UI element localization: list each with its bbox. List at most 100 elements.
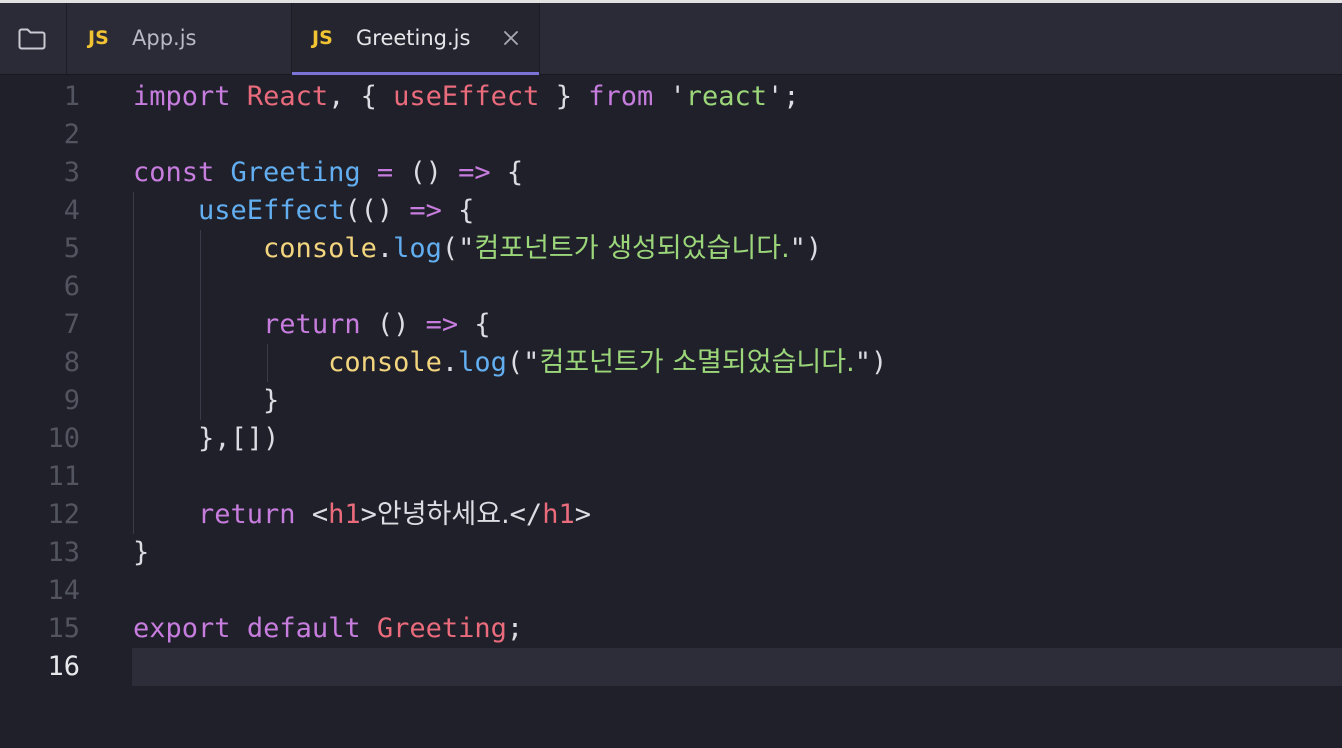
code-line[interactable]: 2: [0, 116, 1342, 154]
code-token: const: [133, 157, 215, 188]
code-token: =>: [425, 309, 459, 340]
code-line[interactable]: 3 const Greeting = () => {: [0, 154, 1342, 192]
code-line[interactable]: 6: [0, 268, 1342, 306]
line-number: 15: [47, 613, 80, 644]
line-number: 11: [47, 461, 80, 492]
code-token: >: [360, 499, 377, 530]
code-line[interactable]: 12 return <h1>안녕하세요.</h1>: [0, 496, 1342, 534]
code-token: export: [133, 613, 231, 644]
code-line[interactable]: 9 }: [0, 382, 1342, 420]
code-token: {: [458, 309, 491, 340]
js-file-icon: JS: [312, 27, 333, 49]
code-line[interactable]: 15 export default Greeting;: [0, 610, 1342, 648]
code-token: .: [441, 347, 459, 378]
code-token: (": [441, 233, 475, 264]
code-token: =>: [409, 195, 442, 226]
code-token: "): [789, 233, 823, 264]
code-token: },[]): [133, 423, 280, 454]
tab-label: Greeting.js: [356, 26, 471, 50]
code-text: const Greeting = () => {: [133, 154, 523, 192]
code-line[interactable]: 4 useEffect(() => {: [0, 192, 1342, 230]
code-line[interactable]: 7 return () => {: [0, 306, 1342, 344]
code-token: 안녕하세요.: [376, 499, 510, 530]
code-line[interactable]: 8 console.log("컴포넌트가 소멸되었습니다."): [0, 344, 1342, 382]
code-token: }: [133, 537, 150, 568]
code-text: console.log("컴포넌트가 생성되었습니다."): [133, 230, 822, 268]
code-token: </: [509, 499, 543, 530]
code-line[interactable]: 16: [0, 648, 1342, 686]
code-token: .: [376, 233, 394, 264]
code-line[interactable]: 10 },[]): [0, 420, 1342, 458]
code-token: =: [376, 157, 394, 188]
code-token: Greeting: [376, 613, 507, 644]
code-token: useEffect: [198, 195, 345, 226]
code-token: }: [539, 81, 589, 112]
code-token: (): [393, 157, 459, 188]
code-token: ': [653, 81, 686, 112]
code-token: console: [328, 347, 442, 378]
js-file-icon: JS: [88, 27, 109, 49]
line-number: 5: [63, 233, 80, 264]
close-icon[interactable]: [503, 30, 519, 46]
line-number: 13: [47, 537, 80, 568]
line-number: 14: [47, 575, 80, 606]
code-token: useEffect: [393, 81, 540, 112]
code-line[interactable]: 14: [0, 572, 1342, 610]
code-text: console.log("컴포넌트가 소멸되었습니다."): [133, 344, 887, 382]
code-token: "): [854, 347, 888, 378]
explorer-button[interactable]: [0, 3, 67, 75]
code-token: (": [506, 347, 540, 378]
code-line[interactable]: 5 console.log("컴포넌트가 생성되었습니다."): [0, 230, 1342, 268]
code-text: export default Greeting;: [133, 610, 523, 648]
code-token: ';: [767, 81, 800, 112]
code-line[interactable]: 1 import React, { useEffect } from 'react…: [0, 78, 1342, 116]
line-number: 3: [63, 157, 80, 188]
code-token: console: [263, 233, 377, 264]
tab-bar: JS App.js JS Greeting.js: [0, 3, 1342, 75]
tab-label: App.js: [132, 26, 197, 50]
code-token: log: [458, 347, 507, 378]
code-token: react: [685, 81, 768, 112]
code-token: 컴포넌트가 생성되었습니다.: [474, 233, 790, 264]
code-token: >: [574, 499, 591, 530]
line-number: 16: [47, 651, 80, 682]
code-token: log: [393, 233, 442, 264]
code-text: }: [133, 382, 279, 420]
code-text: }: [133, 534, 149, 572]
code-token: return: [263, 309, 361, 340]
tab-app-js[interactable]: JS App.js: [67, 3, 292, 75]
code-token: <: [295, 499, 329, 530]
editor-window: JS App.js JS Greeting.js 1 import React, …: [0, 0, 1342, 748]
code-line[interactable]: 11: [0, 458, 1342, 496]
code-token: h1: [542, 499, 575, 530]
code-token: , {: [328, 81, 394, 112]
code-token: React: [246, 81, 329, 112]
line-number: 9: [63, 385, 80, 416]
code-text: useEffect(() => {: [133, 192, 474, 230]
code-token: Greeting: [230, 157, 361, 188]
indent-guide: [267, 344, 268, 382]
code-editor[interactable]: 1 import React, { useEffect } from 'react…: [0, 75, 1342, 748]
tab-greeting-js[interactable]: JS Greeting.js: [292, 3, 540, 75]
code-line[interactable]: 13}: [0, 534, 1342, 572]
code-text: return <h1>안녕하세요.</h1>: [133, 496, 591, 534]
line-number: 6: [63, 271, 80, 302]
code-token: (): [360, 309, 426, 340]
line-number: 1: [63, 81, 80, 112]
code-token: default: [246, 613, 361, 644]
line-number: 7: [63, 309, 80, 340]
line-number: 2: [63, 119, 80, 150]
folder-icon: [18, 28, 46, 50]
code-token: {: [490, 157, 524, 188]
code-token: ((): [344, 195, 410, 226]
code-token: =>: [458, 157, 491, 188]
